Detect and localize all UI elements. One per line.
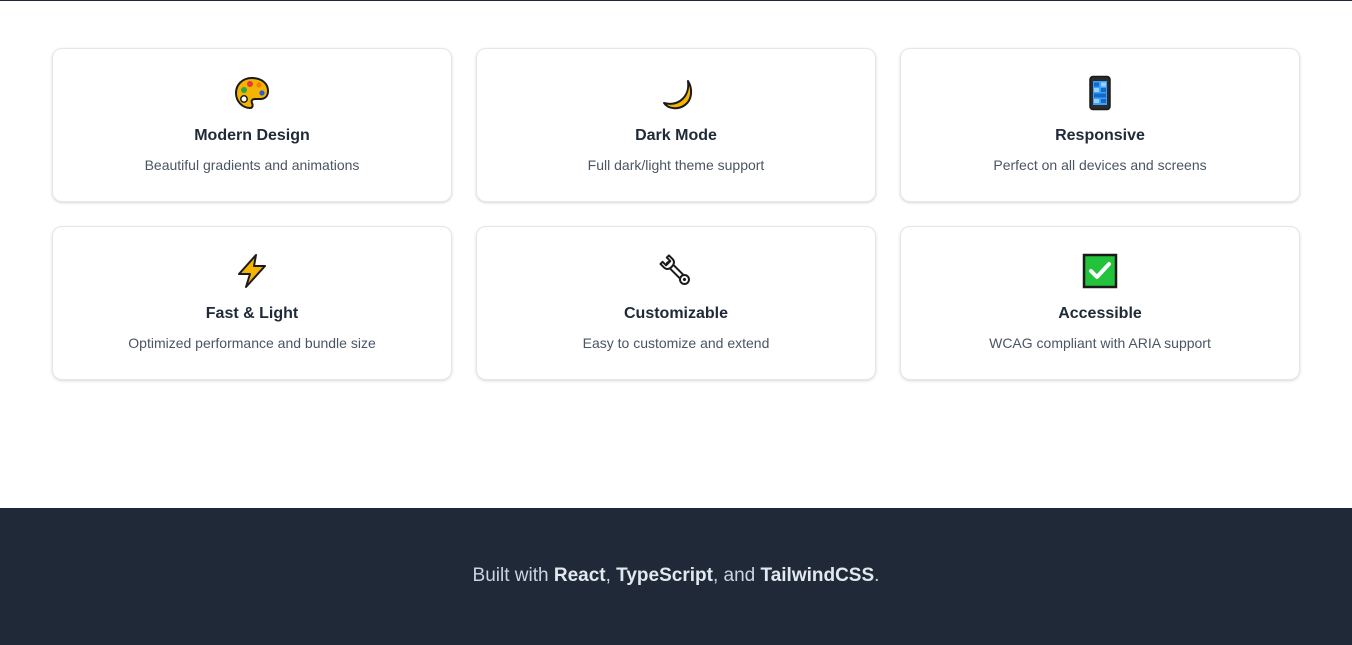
footer-separator: ,	[605, 564, 617, 586]
feature-card-customizable: Customizable Easy to customize and exten…	[476, 226, 876, 380]
feature-title: Dark Mode	[635, 127, 717, 144]
feature-description: WCAG compliant with ARIA support	[989, 335, 1211, 351]
lightning-icon	[234, 253, 270, 289]
features-grid: Modern Design Beautiful gradients and an…	[52, 48, 1300, 380]
footer-separator: , and	[712, 564, 761, 586]
feature-title: Fast & Light	[205, 305, 299, 322]
feature-card-fast-light: Fast & Light Optimized performance and b…	[52, 226, 452, 380]
tech-react: React	[553, 564, 606, 586]
feature-description: Full dark/light theme support	[587, 157, 765, 173]
feature-description: Optimized performance and bundle size	[128, 335, 376, 351]
wrench-icon	[658, 253, 694, 289]
crescent-moon-icon	[658, 75, 694, 111]
feature-description: Perfect on all devices and screens	[993, 157, 1207, 173]
tech-tailwindcss: TailwindCSS	[760, 564, 875, 586]
feature-title: Customizable	[623, 305, 728, 322]
top-divider	[0, 0, 1352, 1]
feature-card-dark-mode: Dark Mode Full dark/light theme support	[476, 48, 876, 202]
palette-icon	[234, 75, 270, 111]
feature-title: Responsive	[1055, 127, 1145, 144]
footer: Built with React, TypeScript, and Tailwi…	[0, 508, 1352, 645]
feature-card-accessible: Accessible WCAG compliant with ARIA supp…	[900, 226, 1300, 380]
feature-card-responsive: Responsive Perfect on all devices and sc…	[900, 48, 1300, 202]
feature-card-modern-design: Modern Design Beautiful gradients and an…	[52, 48, 452, 202]
feature-description: Easy to customize and extend	[582, 335, 770, 351]
feature-title: Modern Design	[194, 127, 310, 144]
footer-prefix: Built with	[472, 564, 554, 586]
tech-typescript: TypeScript	[616, 564, 713, 586]
mobile-phone-icon	[1082, 75, 1118, 111]
check-mark-button-icon	[1082, 253, 1118, 289]
footer-credits: Built with React, TypeScript, and Tailwi…	[473, 565, 880, 587]
footer-suffix: .	[874, 564, 880, 586]
feature-description: Beautiful gradients and animations	[144, 157, 360, 173]
feature-title: Accessible	[1058, 305, 1142, 322]
